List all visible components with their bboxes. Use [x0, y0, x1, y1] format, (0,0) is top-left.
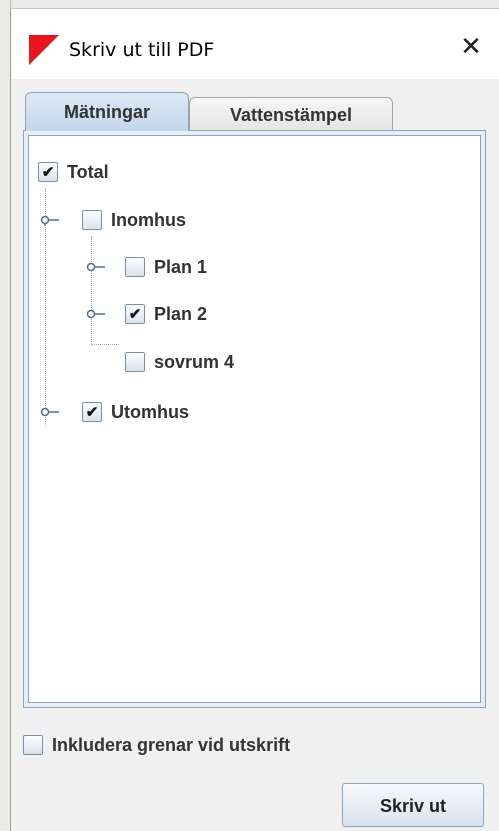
collapsed-handle-icon[interactable] [39, 406, 61, 418]
tree-item-label: Plan 1 [154, 256, 208, 277]
tree-item-label: Plan 2 [154, 303, 208, 324]
tree-item-label: sovrum 4 [154, 351, 235, 372]
checkbox-inomhus[interactable] [82, 210, 102, 230]
include-branches-label: Inkludera grenar vid utskrift [52, 734, 291, 755]
checkbox-total[interactable]: ✔ [38, 162, 58, 182]
checkbox-utomhus[interactable]: ✔ [82, 402, 102, 422]
red-triangle-logo-icon [29, 35, 59, 65]
tree-item-plan-2[interactable]: ✔ Plan 2 [125, 301, 207, 327]
collapsed-handle-icon[interactable] [85, 308, 107, 320]
checkbox-plan-2[interactable]: ✔ [125, 304, 145, 324]
tree-item-sovrum-4[interactable]: sovrum 4 [125, 349, 234, 375]
tree-item-label: Total [67, 161, 109, 182]
measurement-tree: ✔ Total Inomhus Plan 1 ✔ Plan 2 sovrum 4… [28, 135, 481, 703]
tree-connector [91, 344, 119, 345]
tab-panel-matningar: ✔ Total Inomhus Plan 1 ✔ Plan 2 sovrum 4… [23, 130, 486, 708]
tree-item-inomhus[interactable]: Inomhus [82, 207, 186, 233]
tab-vattenstampel[interactable]: Vattenstämpel [189, 97, 393, 132]
tree-item-total[interactable]: ✔ Total [38, 159, 109, 185]
tree-item-plan-1[interactable]: Plan 1 [125, 254, 207, 280]
tab-matningar[interactable]: Mätningar [25, 92, 189, 131]
include-branches-checkbox[interactable] [23, 735, 43, 755]
print-to-pdf-dialog: Skriv ut till PDF ✕ Mätningar Vattenstäm… [10, 8, 499, 831]
tree-item-label: Inomhus [111, 209, 186, 230]
collapsed-handle-icon[interactable] [85, 261, 107, 273]
include-branches-option[interactable]: Inkludera grenar vid utskrift [23, 732, 290, 758]
checkbox-plan-1[interactable] [125, 257, 145, 277]
print-button[interactable]: Skriv ut [342, 783, 484, 827]
window-title: Skriv ut till PDF [69, 39, 215, 61]
tree-item-label: Utomhus [111, 401, 189, 422]
close-icon[interactable]: ✕ [457, 33, 485, 61]
tree-connector [91, 236, 92, 344]
tree-item-utomhus[interactable]: ✔ Utomhus [82, 399, 189, 425]
background-window-edge [0, 0, 499, 8]
title-bar: Skriv ut till PDF ✕ [11, 9, 499, 79]
expand-handle-icon[interactable] [39, 214, 61, 226]
checkbox-sovrum-4[interactable] [125, 352, 145, 372]
